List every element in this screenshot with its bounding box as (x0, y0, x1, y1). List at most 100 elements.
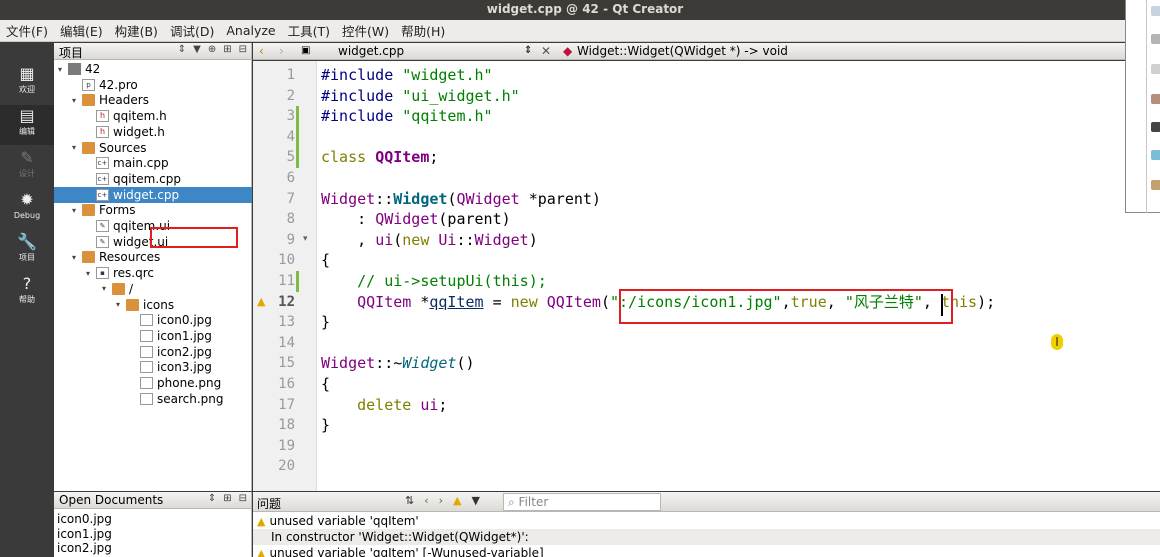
folder-file-icon (82, 141, 95, 154)
tree-item-main-cpp[interactable]: c+ main.cpp (54, 155, 169, 171)
mode-icon: ▦ (19, 64, 35, 83)
tree-item-icons[interactable]: ▾ icons (54, 297, 174, 313)
menu-item[interactable]: 控件(W) (336, 21, 395, 40)
fold-arrow-icon[interactable]: ▾ (303, 234, 308, 244)
menu-item[interactable]: 帮助(H) (395, 21, 451, 40)
tree-item-qqitem-h[interactable]: h qqitem.h (54, 108, 167, 124)
forward-icon[interactable]: › (279, 44, 284, 58)
cpp-file-icon: c+ (96, 188, 109, 201)
split-icon[interactable]: ⊞ (223, 44, 231, 55)
tree-item-icon0-jpg[interactable]: icon0.jpg (54, 312, 212, 328)
code-line: Widget::Widget(QWidget *parent) (321, 189, 601, 208)
expand-arrow-icon[interactable]: ▾ (86, 269, 96, 278)
open-document-item[interactable]: icon1.jpg (57, 527, 112, 541)
file-list-icon[interactable]: ⇕ (524, 45, 532, 56)
issue-text: In constructor 'Widget::Widget(QWidget*)… (271, 530, 529, 544)
annotation-highlight-box (619, 289, 953, 324)
link-icon[interactable]: ⊕ (208, 44, 216, 55)
tree-item-Sources[interactable]: ▾ Sources (54, 140, 146, 156)
tree-item-icon1-jpg[interactable]: icon1.jpg (54, 328, 212, 344)
split-icon[interactable]: ⊞ (223, 493, 231, 504)
menu-item[interactable]: Analyze (220, 23, 281, 38)
previous-icon[interactable]: ‹ (424, 494, 428, 507)
tree-item-res-qrc[interactable]: ▾ ▪ res.qrc (54, 265, 154, 281)
filter-icon[interactable]: ▼ (193, 44, 201, 55)
tree-item-label: res.qrc (113, 266, 155, 281)
tree-item-42[interactable]: ▾ 42 (54, 61, 100, 77)
tree-item-label: Forms (99, 203, 136, 218)
tree-item-label: 42 (85, 62, 101, 76)
open-document-item[interactable]: icon0.jpg (57, 512, 112, 526)
next-icon[interactable]: › (439, 494, 443, 507)
back-icon[interactable]: ‹ (259, 44, 264, 58)
code-line: #include "qqitem.h" (321, 107, 493, 126)
issue-row[interactable]: ▲ unused variable 'qqItem' [-Wunused-vari… (253, 545, 1160, 557)
tree-item-icon2-jpg[interactable]: icon2.jpg (54, 344, 212, 360)
mode-1[interactable]: ▤ 编辑 (0, 105, 54, 145)
menu-item[interactable]: 文件(F) (0, 21, 54, 40)
expand-arrow-icon[interactable]: ▾ (72, 253, 82, 262)
mode-3[interactable]: ✹ Debug (0, 189, 54, 229)
file-icon: ▣ (301, 45, 311, 56)
img-file-icon (140, 329, 153, 342)
menu-item[interactable]: 调试(D) (164, 21, 220, 40)
issue-row[interactable]: In constructor 'Widget::Widget(QWidget*)… (253, 529, 1160, 545)
sort-icon[interactable]: ⇕ (178, 44, 186, 55)
expand-arrow-icon[interactable]: ▾ (72, 206, 82, 215)
tree-item-icon3-jpg[interactable]: icon3.jpg (54, 359, 212, 375)
mode-0[interactable]: ▦ 欢迎 (0, 63, 54, 103)
code-editor[interactable]: 1 2 3 4 5 6 7 8 9 ▾ 10 11 12 ▲ 13 14 15 16 17 18 19 20 #inclu… (253, 61, 1160, 491)
mode-5[interactable]: ? 帮助 (0, 273, 54, 313)
expand-arrow-icon[interactable]: ▾ (72, 143, 82, 152)
symbol-selector[interactable]: Widget::Widget(QWidget *) -> void (577, 44, 788, 58)
line-number: 16 (278, 376, 295, 392)
img-file-icon (140, 345, 153, 358)
tree-item-Resources[interactable]: ▾ Resources (54, 249, 160, 265)
menu-item[interactable]: 构建(B) (109, 21, 164, 40)
close-document-icon[interactable]: ✕ (541, 44, 551, 58)
mode-4[interactable]: 🔧 项目 (0, 231, 54, 271)
expand-arrow-icon[interactable]: ▾ (58, 65, 68, 74)
line-number: 13 (278, 314, 295, 331)
mode-label: Debug (13, 211, 41, 220)
mode-label: 编辑 (19, 127, 35, 136)
tree-item-label: icon0.jpg (157, 313, 212, 328)
tree-item-widget-cpp[interactable]: c+ widget.cpp (54, 186, 252, 203)
menu-item[interactable]: 工具(T) (282, 21, 336, 40)
expand-arrow-icon[interactable]: ▾ (102, 284, 112, 293)
img-file-icon (140, 361, 153, 374)
tree-item-label: icon2.jpg (157, 344, 212, 359)
categories-icon[interactable]: ⇅ (405, 494, 414, 507)
tree-item-label: phone.png (157, 376, 222, 390)
sort-icon[interactable]: ⇕ (208, 493, 216, 504)
close-panel-icon[interactable]: ⊟ (239, 493, 247, 504)
menu-item[interactable]: 编辑(E) (54, 21, 109, 40)
close-panel-icon[interactable]: ⊟ (239, 44, 247, 55)
tree-item--[interactable]: ▾ / (54, 281, 133, 297)
pro-file-icon: p (82, 78, 95, 91)
issues-panel: 问题 ⇅ ‹ › ▲ ▼ ⌕ Filter ▲ unused variable '… (253, 492, 1160, 557)
tree-item-search-png[interactable]: search.png (54, 391, 224, 407)
filter-icon[interactable]: ▼ (472, 494, 480, 507)
issues-filter-input[interactable]: ⌕ Filter (503, 493, 661, 511)
tree-item-Forms[interactable]: ▾ Forms (54, 202, 135, 218)
h-file-icon: h (96, 125, 109, 138)
img-file-icon (140, 377, 153, 389)
tree-item-Headers[interactable]: ▾ Headers (54, 92, 149, 108)
code-line: { (321, 251, 331, 270)
expand-arrow-icon[interactable]: ▾ (72, 96, 82, 105)
tree-item-42-pro[interactable]: p 42.pro (54, 77, 138, 93)
expand-arrow-icon[interactable]: ▾ (116, 300, 126, 309)
tree-item-qqitem-cpp[interactable]: c+ qqitem.cpp (54, 171, 181, 187)
editor-file-name[interactable]: widget.cpp (338, 44, 404, 58)
line-number: 19 (278, 437, 295, 454)
tree-item-phone-png[interactable]: phone.png (54, 375, 221, 391)
issue-row[interactable]: ▲ unused variable 'qqItem' (253, 513, 1160, 529)
mode-2[interactable]: ✎ 设计 (0, 147, 54, 187)
code-line: class QQItem; (321, 148, 439, 167)
tree-item-widget-h[interactable]: h widget.h (54, 124, 165, 140)
issues-header: 问题 ⇅ ‹ › ▲ ▼ ⌕ Filter (253, 492, 1160, 512)
warning-filter-icon[interactable]: ▲ (453, 494, 461, 507)
change-marker (296, 106, 299, 127)
open-document-item[interactable]: icon2.jpg (57, 541, 112, 555)
